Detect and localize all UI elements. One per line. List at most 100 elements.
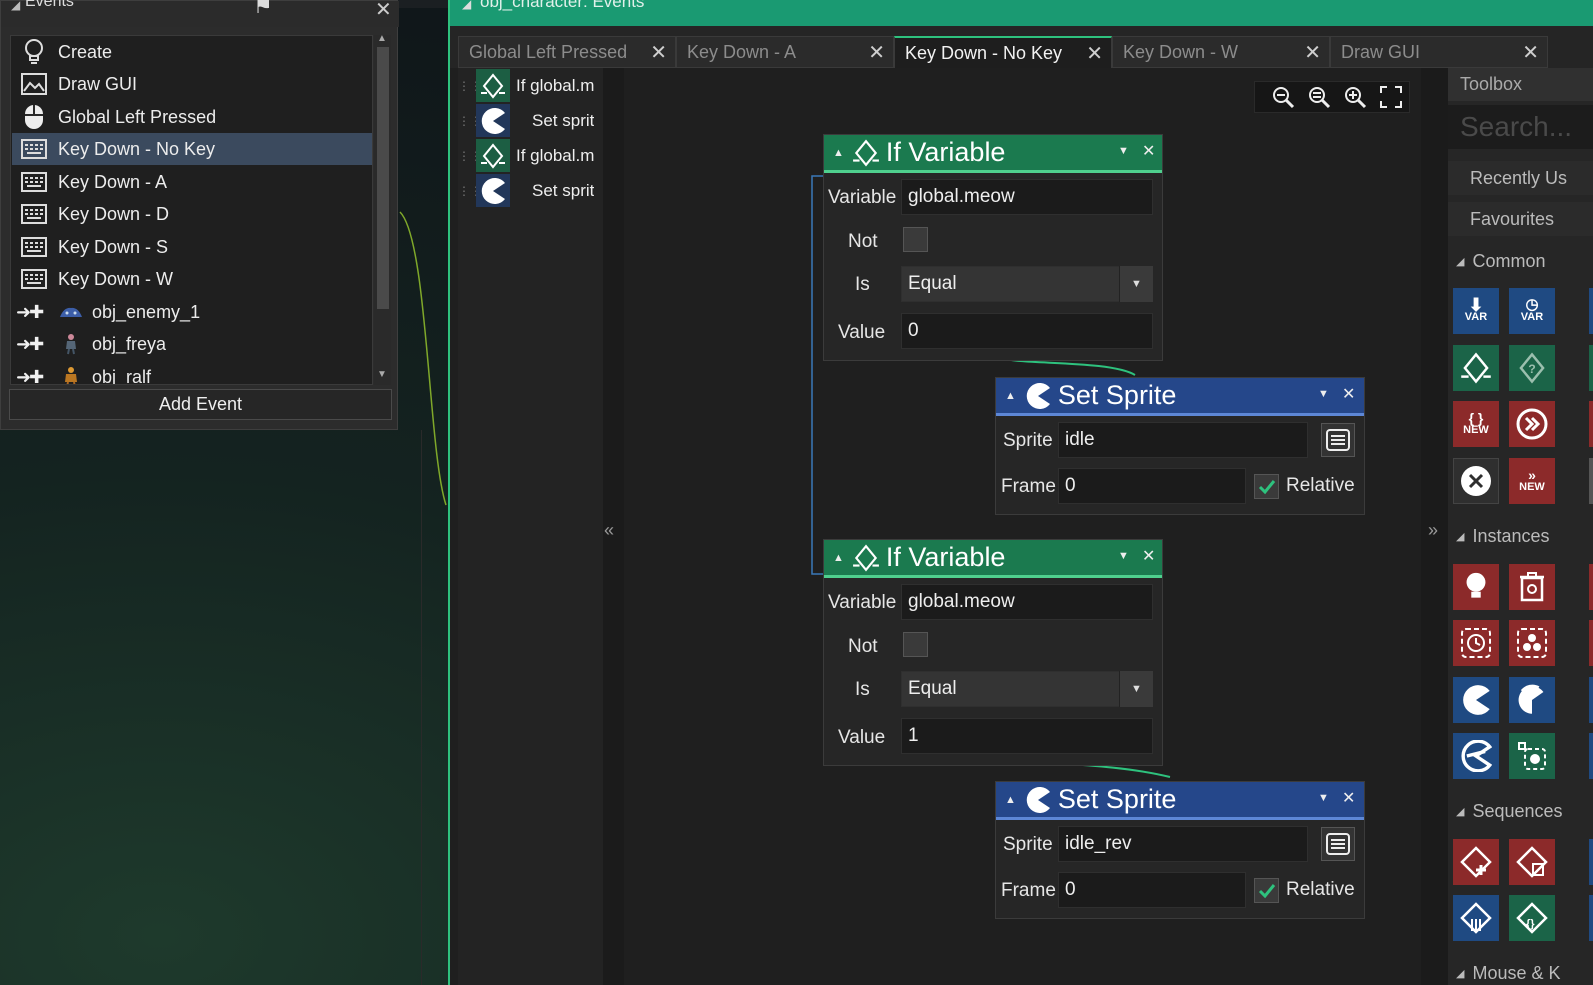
collapse-triangle-icon[interactable]: ▲ bbox=[1005, 794, 1016, 806]
relative-checkbox[interactable] bbox=[1254, 474, 1279, 499]
if-variable-icon[interactable] bbox=[1453, 345, 1499, 391]
event-item-obj-enemy-1[interactable]: ➜✚ obj_enemy_1 bbox=[12, 296, 372, 328]
collapse-triangle-icon[interactable]: ▲ bbox=[833, 147, 844, 159]
close-icon[interactable]: ✕ bbox=[1142, 546, 1155, 566]
node-menu-icon[interactable]: ▼ bbox=[1118, 550, 1129, 562]
set-sprite-icon[interactable] bbox=[1453, 677, 1499, 723]
destroy-instance-icon[interactable] bbox=[1509, 564, 1555, 610]
frame-field[interactable]: 0 bbox=[1058, 872, 1246, 908]
drag-handle-icon[interactable]: ⋮⋮ bbox=[458, 114, 482, 128]
tab-key-down-no-key[interactable]: Key Down - No Key ✕ bbox=[894, 36, 1112, 68]
event-item-key-down-a[interactable]: Key Down - A bbox=[12, 166, 372, 198]
event-item-obj-ralf[interactable]: ➜✚ obj_ralf bbox=[12, 361, 372, 384]
event-list-scrollbar[interactable]: ▲ ▼ bbox=[374, 33, 391, 385]
relative-checkbox[interactable] bbox=[1254, 878, 1279, 903]
close-icon[interactable]: ✕ bbox=[1304, 40, 1321, 65]
call-function-icon[interactable] bbox=[1509, 401, 1555, 447]
if-variable-node[interactable]: ▲ If Variable ▼ ✕ Variable global.meow N… bbox=[823, 539, 1163, 766]
close-icon[interactable]: ✕ bbox=[1522, 40, 1539, 65]
function-icon[interactable]: { } NEW bbox=[1453, 401, 1499, 447]
value-field[interactable]: 0 bbox=[901, 313, 1153, 349]
close-icon[interactable]: ✕ bbox=[1142, 141, 1155, 161]
toolbox-section-sequences[interactable]: ◢ Sequences bbox=[1448, 796, 1593, 826]
event-item-key-down-d[interactable]: Key Down - D bbox=[12, 198, 372, 230]
close-icon[interactable]: ✕ bbox=[375, 0, 392, 22]
node-header[interactable]: ▲ If Variable ▼ ✕ bbox=[824, 135, 1162, 173]
sprite-browser-icon[interactable] bbox=[1321, 827, 1355, 861]
variable-field[interactable]: global.meow bbox=[901, 584, 1153, 620]
collapse-triangle-icon[interactable]: ▲ bbox=[1005, 390, 1016, 402]
zoom-in-icon[interactable] bbox=[1341, 83, 1369, 111]
collapse-triangle-icon[interactable]: ◢ bbox=[11, 0, 20, 12]
drag-handle-icon[interactable]: ⋮⋮ bbox=[458, 149, 482, 163]
close-icon[interactable]: ✕ bbox=[868, 40, 885, 65]
toolbox-section-instances[interactable]: ◢ Instances bbox=[1448, 521, 1593, 551]
zoom-reset-icon[interactable] bbox=[1305, 83, 1333, 111]
action-item-if-variable[interactable]: ⋮⋮ If global.m bbox=[458, 138, 603, 173]
if-undefined-icon[interactable]: ? bbox=[1509, 345, 1555, 391]
collapse-right-button[interactable]: » bbox=[1428, 520, 1438, 541]
destroy-sequence-icon[interactable] bbox=[1509, 839, 1555, 885]
action-item-if-variable[interactable]: ⋮⋮ If global.m bbox=[458, 68, 603, 103]
zoom-out-icon[interactable] bbox=[1269, 83, 1297, 111]
close-icon[interactable]: ✕ bbox=[650, 40, 667, 65]
if-variable-node[interactable]: ▲ If Variable ▼ ✕ Variable global.meow N… bbox=[823, 134, 1163, 361]
not-checkbox[interactable] bbox=[903, 227, 928, 252]
sprite-field[interactable]: idle_rev bbox=[1058, 826, 1308, 862]
node-menu-icon[interactable]: ▼ bbox=[1318, 792, 1329, 804]
event-item-draw-gui[interactable]: Draw GUI bbox=[12, 68, 372, 100]
node-menu-icon[interactable]: ▼ bbox=[1118, 145, 1129, 157]
scrollbar-thumb[interactable] bbox=[377, 47, 389, 309]
action-item-set-sprite[interactable]: ⋮⋮ Set sprit bbox=[458, 103, 603, 138]
drag-handle-icon[interactable]: ⋮⋮ bbox=[458, 79, 482, 93]
toolbox-recently-used[interactable]: Recently Us bbox=[1448, 161, 1593, 195]
drag-handle-icon[interactable]: ⋮⋮ bbox=[458, 184, 482, 198]
event-item-global-left-pressed[interactable]: Global Left Pressed bbox=[12, 101, 372, 133]
scroll-up-icon[interactable]: ▲ bbox=[377, 33, 387, 44]
toolbox-section-common[interactable]: ◢ Common bbox=[1448, 246, 1593, 276]
if-sequence-exists-icon[interactable]: {} bbox=[1509, 895, 1555, 941]
tab-global-left-pressed[interactable]: Global Left Pressed ✕ bbox=[458, 36, 676, 68]
if-object-at-icon[interactable] bbox=[1509, 733, 1555, 779]
temp-variable-icon[interactable]: ◷ VAR bbox=[1509, 288, 1555, 334]
add-event-button[interactable]: Add Event bbox=[9, 389, 392, 420]
event-item-key-down-s[interactable]: Key Down - S bbox=[12, 231, 372, 263]
toolbox-search-input[interactable]: Search... bbox=[1448, 105, 1593, 149]
event-item-key-down-no-key[interactable]: Key Down - No Key bbox=[12, 133, 372, 165]
is-dropdown[interactable]: Equal bbox=[901, 671, 1153, 707]
event-item-obj-freya[interactable]: ➜✚ obj_freya bbox=[12, 328, 372, 360]
scroll-down-icon[interactable]: ▼ bbox=[377, 369, 387, 380]
node-header[interactable]: ▲ Set Sprite ▼ ✕ bbox=[996, 782, 1364, 820]
frame-field[interactable]: 0 bbox=[1058, 468, 1246, 504]
create-sequence-icon[interactable] bbox=[1453, 839, 1499, 885]
create-instance-icon[interactable] bbox=[1453, 564, 1499, 610]
close-icon[interactable]: ✕ bbox=[1086, 41, 1103, 66]
chevron-down-icon[interactable]: ▼ bbox=[1119, 671, 1153, 707]
event-item-key-down-w[interactable]: Key Down - W bbox=[12, 263, 372, 295]
node-header[interactable]: ▲ If Variable ▼ ✕ bbox=[824, 540, 1162, 578]
new-struct-icon[interactable]: » NEW bbox=[1509, 458, 1555, 504]
sequence-play-icon[interactable] bbox=[1453, 895, 1499, 941]
not-checkbox[interactable] bbox=[903, 632, 928, 657]
toolbox-section-mouse-keyboard[interactable]: ◢ Mouse & K bbox=[1448, 958, 1593, 985]
set-variable-icon[interactable]: ⬇ VAR bbox=[1453, 288, 1499, 334]
tab-key-down-w[interactable]: Key Down - W ✕ bbox=[1112, 36, 1330, 68]
animation-speed-icon[interactable] bbox=[1509, 677, 1555, 723]
node-menu-icon[interactable]: ▼ bbox=[1318, 388, 1329, 400]
event-item-create[interactable]: Create bbox=[12, 36, 372, 68]
node-header[interactable]: ▲ Set Sprite ▼ ✕ bbox=[996, 378, 1364, 416]
variable-field[interactable]: global.meow bbox=[901, 179, 1153, 215]
toolbox-favourites[interactable]: Favourites bbox=[1448, 202, 1593, 236]
collapse-triangle-icon[interactable]: ◢ bbox=[462, 0, 471, 11]
instance-count-icon[interactable] bbox=[1453, 620, 1499, 666]
collapse-left-button[interactable]: « bbox=[604, 520, 614, 541]
sprite-browser-icon[interactable] bbox=[1321, 423, 1355, 457]
collapse-triangle-icon[interactable]: ▲ bbox=[833, 552, 844, 564]
is-dropdown[interactable]: Equal bbox=[901, 266, 1153, 302]
tab-draw-gui[interactable]: Draw GUI ✕ bbox=[1330, 36, 1548, 68]
exit-event-icon[interactable] bbox=[1453, 458, 1499, 504]
flag-icon[interactable]: ⚑ bbox=[253, 0, 273, 19]
chevron-down-icon[interactable]: ▼ bbox=[1119, 266, 1153, 302]
instance-exists-icon[interactable] bbox=[1509, 620, 1555, 666]
action-item-set-sprite[interactable]: ⋮⋮ Set sprit bbox=[458, 173, 603, 208]
